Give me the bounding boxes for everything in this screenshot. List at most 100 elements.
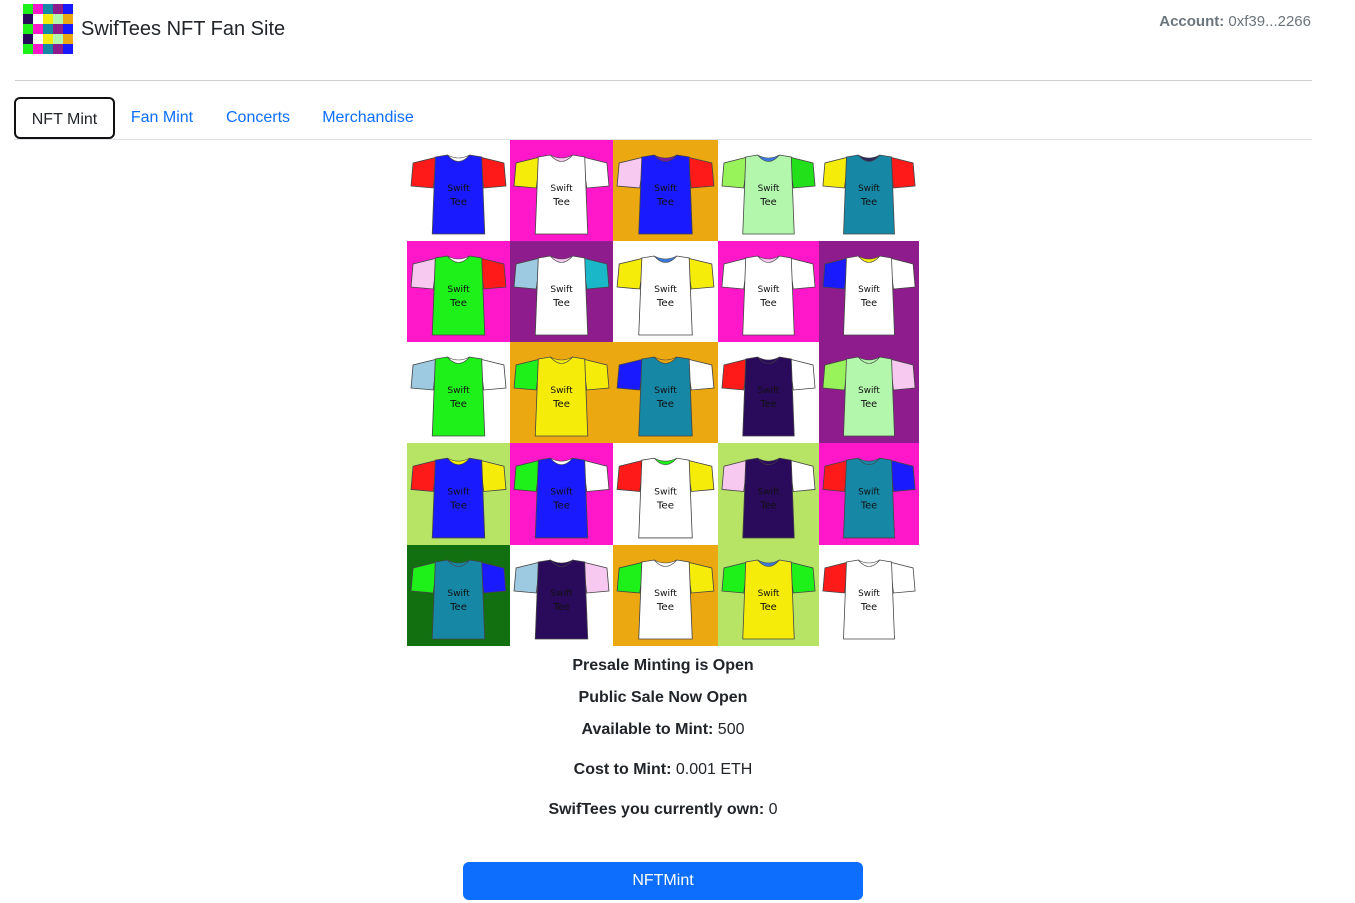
nft-tile: Swift Tee [510, 443, 613, 545]
nft-tile: Swift Tee [510, 545, 613, 646]
svg-text:Swift: Swift [858, 184, 880, 194]
svg-text:Swift: Swift [858, 487, 880, 497]
account-label: Account: [1159, 13, 1225, 30]
svg-text:Swift: Swift [550, 285, 573, 295]
nft-tile: Swift Tee [510, 342, 613, 443]
svg-text:Swift: Swift [758, 589, 780, 599]
tshirt-icon: Swift Tee [513, 255, 610, 336]
tshirt-icon: Swift Tee [513, 154, 610, 235]
tshirt-icon: Swift Tee [721, 457, 816, 539]
tab-concerts[interactable]: Concerts [212, 97, 304, 139]
nft-tile: Swift Tee [718, 443, 819, 545]
cost-label: Cost to Mint: [573, 761, 672, 778]
logo-tile [53, 34, 63, 44]
svg-text:Swift: Swift [758, 285, 780, 295]
nft-tile: Swift Tee [407, 140, 510, 241]
tab-fan-mint[interactable]: Fan Mint [118, 97, 206, 139]
logo-tile [23, 24, 33, 34]
logo-tile [63, 4, 73, 14]
logo-tile [63, 44, 73, 54]
svg-text:Tee: Tee [552, 399, 570, 410]
tshirt-icon: Swift Tee [513, 559, 610, 640]
tshirt-icon: Swift Tee [410, 356, 507, 437]
tshirt-icon: Swift Tee [721, 559, 816, 640]
tab-nft-mint[interactable]: NFT Mint [14, 97, 115, 139]
svg-text:Swift: Swift [447, 184, 470, 194]
logo-tile [53, 14, 63, 24]
tshirt-icon: Swift Tee [410, 559, 507, 640]
tshirt-icon: Swift Tee [822, 457, 916, 539]
tshirt-icon: Swift Tee [513, 457, 610, 539]
tab-merchandise[interactable]: Merchandise [310, 97, 426, 139]
logo-tile [43, 4, 53, 14]
svg-text:Swift: Swift [654, 285, 677, 295]
nft-tile: Swift Tee [819, 443, 919, 545]
logo-tile [33, 24, 43, 34]
tshirt-icon: Swift Tee [410, 255, 507, 336]
logo-tile [53, 44, 63, 54]
tshirt-icon: Swift Tee [822, 356, 916, 437]
svg-text:Tee: Tee [656, 197, 674, 208]
svg-text:Swift: Swift [758, 386, 780, 396]
presale-status: Presale Minting is Open [572, 657, 754, 674]
svg-text:Tee: Tee [860, 501, 877, 512]
svg-text:Swift: Swift [447, 589, 470, 599]
svg-text:Swift: Swift [654, 386, 677, 396]
svg-text:Swift: Swift [858, 285, 880, 295]
svg-text:Tee: Tee [759, 602, 777, 613]
svg-text:Tee: Tee [656, 602, 674, 613]
logo-tile [33, 4, 43, 14]
svg-text:Tee: Tee [759, 399, 777, 410]
nft-tile: Swift Tee [819, 140, 919, 241]
svg-text:Tee: Tee [449, 298, 467, 309]
site-title: SwifTees NFT Fan Site [81, 18, 286, 40]
svg-text:Tee: Tee [656, 399, 674, 410]
available-to-mint: Available to Mint: 500 [0, 721, 1326, 739]
svg-text:Tee: Tee [656, 501, 674, 512]
nft-tile: Swift Tee [407, 545, 510, 646]
logo-tile [43, 34, 53, 44]
nft-tile: Swift Tee [613, 140, 718, 241]
nft-tile: Swift Tee [510, 241, 613, 342]
svg-text:Tee: Tee [449, 501, 467, 512]
nft-gallery: Swift Tee Swift Tee Swift Tee Swift Tee Swift Tee… [407, 140, 919, 646]
logo-tile [63, 14, 73, 24]
tshirt-icon: Swift Tee [616, 457, 715, 539]
svg-text:Tee: Tee [860, 298, 877, 309]
nft-tile: Swift Tee [819, 241, 919, 342]
logo-tile [23, 34, 33, 44]
header-divider [15, 80, 1312, 81]
nft-tile: Swift Tee [613, 443, 718, 545]
svg-text:Swift: Swift [550, 184, 573, 194]
svg-text:Swift: Swift [447, 488, 470, 498]
tab-bar: NFT Mint Fan Mint Concerts Merchandise [14, 97, 1312, 140]
account-address: 0xf39...2266 [1228, 13, 1311, 30]
logo-tile [43, 14, 53, 24]
svg-text:Tee: Tee [860, 399, 877, 410]
logo-tile [33, 44, 43, 54]
svg-text:Tee: Tee [759, 501, 777, 512]
nft-tile: Swift Tee [718, 342, 819, 443]
svg-text:Swift: Swift [858, 386, 880, 396]
cost-to-mint: Cost to Mint: 0.001 ETH [0, 761, 1326, 779]
public-sale-status: Public Sale Now Open [578, 689, 748, 706]
nft-tile: Swift Tee [819, 545, 919, 646]
svg-text:Swift: Swift [654, 184, 677, 194]
nft-tile: Swift Tee [613, 241, 718, 342]
tshirt-icon: Swift Tee [721, 154, 816, 235]
logo-tile [43, 44, 53, 54]
svg-text:Tee: Tee [449, 602, 467, 613]
svg-text:Swift: Swift [758, 487, 780, 497]
nft-mint-button[interactable]: NFTMint [463, 862, 863, 900]
tshirt-icon: Swift Tee [822, 559, 916, 640]
tshirt-icon: Swift Tee [616, 255, 715, 336]
svg-text:Tee: Tee [656, 298, 674, 309]
logo-tile [53, 24, 63, 34]
logo-tile [23, 44, 33, 54]
logo-tile [33, 14, 43, 24]
svg-text:Swift: Swift [758, 184, 780, 194]
svg-text:Tee: Tee [552, 602, 570, 613]
svg-text:Tee: Tee [552, 501, 570, 512]
svg-text:Tee: Tee [860, 602, 877, 613]
svg-text:Tee: Tee [449, 399, 467, 410]
